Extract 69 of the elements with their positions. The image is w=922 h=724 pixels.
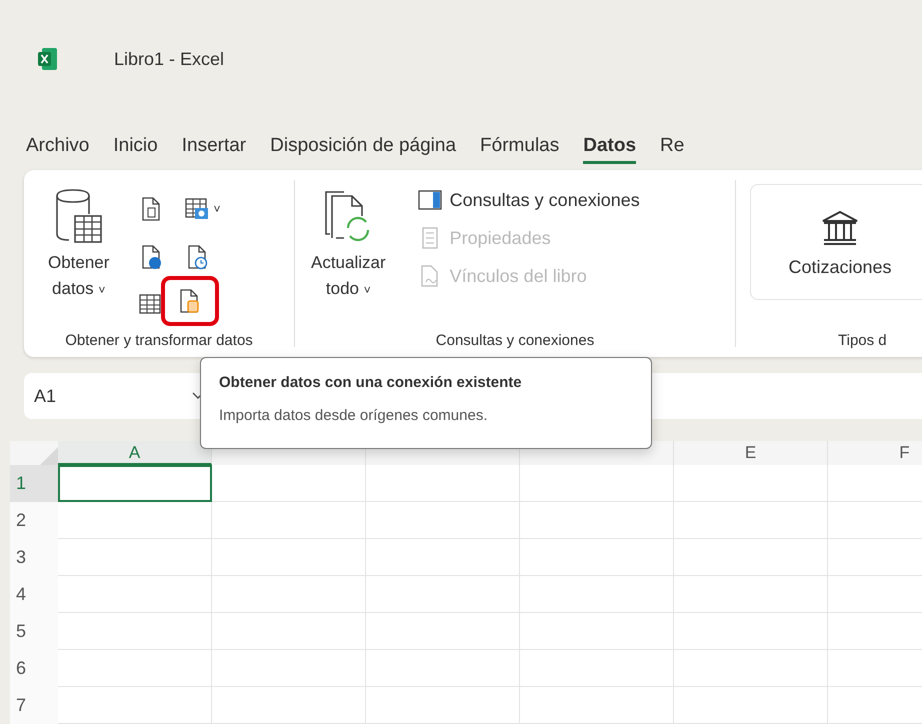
- table-cell[interactable]: [520, 650, 674, 687]
- ribbon-tab[interactable]: Fórmulas: [480, 135, 560, 164]
- table-cell[interactable]: [520, 465, 674, 502]
- table-cell[interactable]: [366, 650, 520, 687]
- pane-icon: [418, 188, 442, 212]
- table-cell[interactable]: [58, 539, 212, 576]
- table-cell[interactable]: [674, 502, 828, 539]
- group-label: Tipos d: [837, 332, 888, 351]
- table-cell[interactable]: [58, 502, 212, 539]
- table-cell[interactable]: [212, 576, 366, 613]
- refresh-all-button[interactable]: Actualizar todo ˅: [301, 184, 396, 332]
- excel-logo-icon: [38, 47, 58, 71]
- ribbon-tab[interactable]: Archivo: [26, 135, 90, 164]
- table-cell[interactable]: [366, 539, 520, 576]
- ribbon-list-button[interactable]: Consultas y conexiones: [418, 188, 640, 212]
- table-cell[interactable]: [520, 539, 674, 576]
- row-header[interactable]: 6: [10, 650, 58, 687]
- row-header[interactable]: 5: [10, 613, 58, 650]
- ribbon-icon-button[interactable]: [161, 276, 220, 326]
- stocks-button[interactable]: Cotizaciones: [750, 184, 922, 300]
- table-cell[interactable]: [674, 539, 828, 576]
- ribbon-tab[interactable]: Datos: [583, 135, 636, 164]
- ribbon-tab[interactable]: Disposición de página: [270, 135, 456, 164]
- ribbon-tab[interactable]: Inicio: [113, 135, 158, 164]
- ribbon-tab[interactable]: Insertar: [182, 135, 246, 164]
- table-cell[interactable]: [366, 465, 520, 502]
- table-cell[interactable]: [58, 613, 212, 650]
- table-cell[interactable]: [520, 613, 674, 650]
- table-cell[interactable]: [212, 613, 366, 650]
- table-cell[interactable]: [212, 465, 366, 502]
- table-icon: [185, 196, 210, 222]
- column-header[interactable]: E: [744, 443, 756, 462]
- row-header[interactable]: 3: [10, 539, 58, 576]
- window-title: Libro1 - Excel: [114, 48, 224, 70]
- tooltip-text: Importa datos desde orígenes comunes.: [219, 407, 488, 424]
- table-cell[interactable]: [366, 687, 520, 724]
- bank-icon: [820, 209, 860, 247]
- tooltip-title: Obtener datos con una conexión existente: [219, 374, 522, 391]
- row-header[interactable]: 2: [10, 502, 58, 539]
- ribbon-tab[interactable]: Re: [660, 135, 684, 164]
- table-cell[interactable]: [212, 502, 366, 539]
- row-header[interactable]: 7: [10, 687, 58, 724]
- table-cell[interactable]: [366, 502, 520, 539]
- table-cell[interactable]: [674, 576, 828, 613]
- table-cell[interactable]: [520, 502, 674, 539]
- table-cell[interactable]: [366, 613, 520, 650]
- column-header[interactable]: A: [128, 443, 140, 462]
- table-cell[interactable]: [212, 687, 366, 724]
- get-data-button[interactable]: Obtener datos ˅: [38, 184, 120, 332]
- name-box[interactable]: A1: [34, 386, 184, 406]
- table-cell[interactable]: [212, 650, 366, 687]
- table-cell[interactable]: [58, 576, 212, 613]
- table-cell[interactable]: [674, 613, 828, 650]
- column-header[interactable]: F: [899, 443, 910, 462]
- table-cell[interactable]: [674, 687, 828, 724]
- group-label: Consultas y conexiones: [434, 332, 596, 351]
- table-cell[interactable]: [58, 687, 212, 724]
- row-header[interactable]: 1: [10, 465, 58, 502]
- ribbon-icon-button[interactable]: ˅: [173, 184, 232, 234]
- table-cell[interactable]: [520, 687, 674, 724]
- table-cell[interactable]: [366, 576, 520, 613]
- table-cell[interactable]: [58, 650, 212, 687]
- table-cell[interactable]: [520, 576, 674, 613]
- active-cell[interactable]: [58, 465, 212, 502]
- group-label: Obtener y transformar datos: [64, 332, 254, 351]
- row-header[interactable]: 4: [10, 576, 58, 613]
- table-cell[interactable]: [674, 650, 828, 687]
- table-cell[interactable]: [212, 539, 366, 576]
- table-cell[interactable]: [674, 465, 828, 502]
